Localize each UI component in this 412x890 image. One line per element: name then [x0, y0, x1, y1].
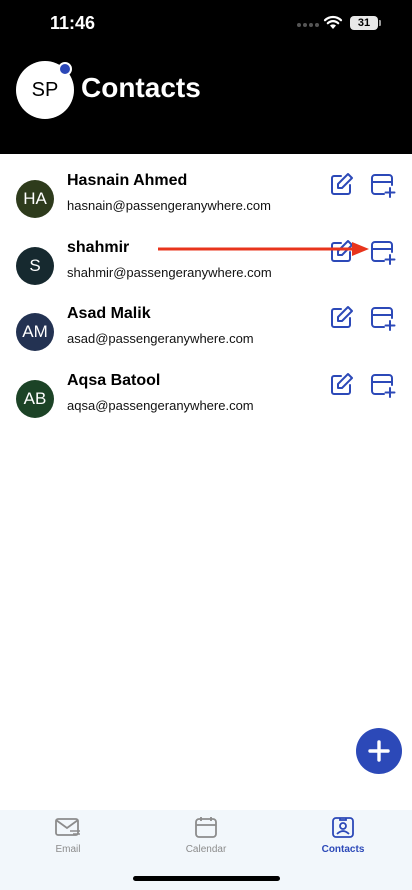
tab-email-label: Email	[55, 844, 81, 855]
edit-contact-button[interactable]	[330, 305, 354, 329]
wifi-icon	[323, 15, 343, 29]
contact-row[interactable]: AM Asad Malik asad@passengeranywhere.com	[0, 305, 412, 371]
contact-row[interactable]: HA Hasnain Ahmed hasnain@passengeranywhere…	[0, 172, 412, 238]
edit-contact-button[interactable]	[330, 372, 354, 396]
add-event-button[interactable]	[370, 172, 396, 198]
status-bar: 11:46 31	[0, 0, 412, 50]
edit-contact-button[interactable]	[330, 172, 354, 196]
calendar-add-icon	[371, 174, 396, 198]
email-icon	[55, 818, 80, 836]
contacts-icon	[332, 817, 354, 838]
contact-email: shahmir@passengeranywhere.com	[67, 265, 272, 280]
battery-indicator: 31	[350, 16, 378, 30]
edit-icon	[331, 373, 353, 395]
plus-icon	[368, 740, 390, 762]
contact-avatar: AB	[16, 380, 54, 418]
battery-tip	[379, 20, 381, 26]
tab-contacts-label: Contacts	[321, 844, 365, 855]
contact-avatar: AM	[16, 313, 54, 351]
contact-name: Asad Malik	[67, 305, 151, 322]
calendar-icon	[195, 817, 217, 838]
edit-icon	[331, 306, 353, 328]
tab-calendar[interactable]: Calendar	[156, 816, 256, 862]
add-event-button[interactable]	[370, 239, 396, 265]
edit-icon	[331, 173, 353, 195]
calendar-add-icon	[371, 307, 396, 331]
contact-name: Hasnain Ahmed	[67, 172, 188, 189]
calendar-add-icon	[371, 241, 396, 265]
contact-name: shahmir	[67, 239, 130, 256]
status-dot	[58, 62, 72, 76]
annotation-arrow	[158, 242, 369, 256]
page-title: Contacts	[81, 72, 201, 103]
contact-email: aqsa@passengeranywhere.com	[67, 398, 254, 413]
tab-email[interactable]: Email	[18, 816, 118, 862]
contact-email: hasnain@passengeranywhere.com	[67, 198, 271, 213]
tab-contacts[interactable]: Contacts	[293, 816, 393, 862]
contact-email: asad@passengeranywhere.com	[67, 331, 254, 346]
contact-avatar: HA	[16, 180, 54, 218]
status-time: 11:46	[50, 13, 96, 33]
add-contact-button[interactable]	[356, 728, 402, 774]
cellular-signal-icon	[297, 23, 319, 27]
add-event-button[interactable]	[370, 372, 396, 398]
contact-avatar: S	[16, 247, 54, 285]
add-event-button[interactable]	[370, 305, 396, 331]
contact-row[interactable]: AB Aqsa Batool aqsa@passengeranywhere.com	[0, 372, 412, 438]
contact-name: Aqsa Batool	[67, 372, 161, 389]
home-indicator	[133, 876, 280, 881]
calendar-add-icon	[371, 374, 396, 398]
tab-calendar-label: Calendar	[185, 844, 227, 855]
header: 11:46 31 SP Contacts	[0, 0, 412, 154]
